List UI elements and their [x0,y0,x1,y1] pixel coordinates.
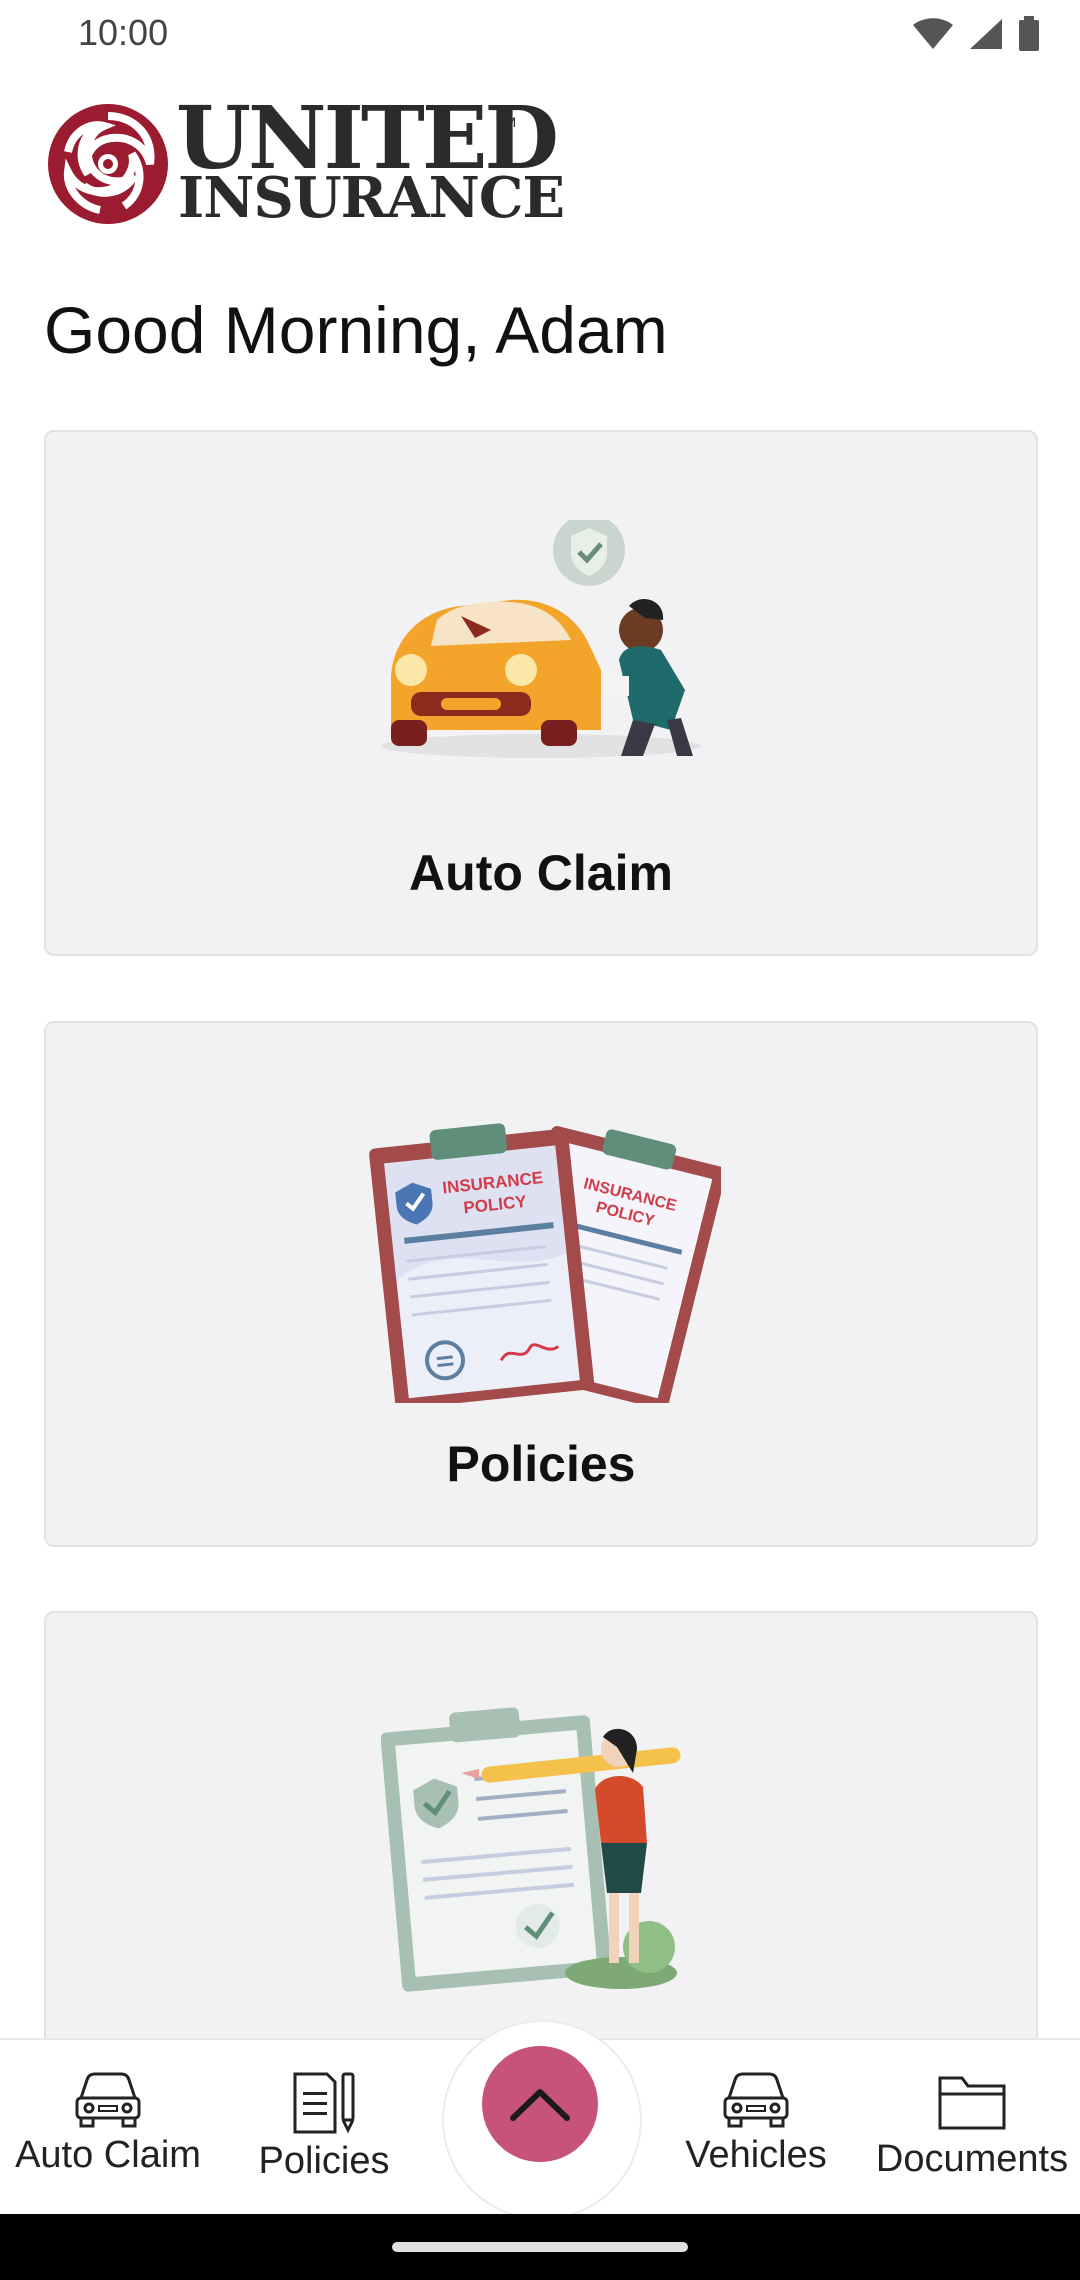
nav-policies[interactable]: Policies [216,2070,432,2210]
document-pen-icon [293,2072,355,2134]
wifi-icon [913,18,953,49]
greeting-text: Good Morning, Adam [44,293,668,367]
logo-word-insurance: INSURANCE [178,165,565,231]
status-bar: 10:00 [0,0,1080,70]
system-gesture-bar [0,2214,1080,2280]
car-icon [75,2072,141,2128]
nav-vehicles[interactable]: Vehicles [648,2070,864,2210]
policies-card[interactable]: INSURANCE POLICY INSURANCE POLICY Polici… [44,1021,1038,1547]
logo-swirl-icon [48,104,168,224]
signal-icon [970,19,1002,49]
nav-documents[interactable]: Documents [864,2070,1080,2210]
home-screen: 10:00 UNITED TM INSURANCE Good Morning, … [0,0,1080,2280]
nav-auto-claim[interactable]: Auto Claim [0,2070,216,2210]
status-icons [912,16,1040,52]
nav-label-auto-claim: Auto Claim [15,2134,201,2176]
insurance-policy-illustration: INSURANCE POLICY INSURANCE POLICY [369,1123,721,1403]
battery-icon [1019,16,1039,51]
home-gesture-handle[interactable] [392,2242,688,2252]
expand-menu-button[interactable] [482,2046,598,2162]
auto-claim-title: Auto Claim [409,845,673,901]
nav-label-vehicles: Vehicles [685,2134,827,2176]
auto-claim-card[interactable]: Auto Claim [44,430,1038,956]
nav-label-policies: Policies [258,2140,390,2182]
folder-icon [938,2076,1006,2130]
logo-trademark: TM [496,114,517,130]
car-inspection-illustration [381,520,701,758]
checklist-illustration [381,1707,681,1992]
united-insurance-logo: UNITED TM INSURANCE [44,96,565,228]
status-time: 10:00 [78,12,169,53]
car-icon [723,2072,789,2128]
policies-title: Policies [446,1436,636,1492]
nav-label-documents: Documents [875,2138,1069,2180]
chevron-up-icon [510,2089,570,2121]
